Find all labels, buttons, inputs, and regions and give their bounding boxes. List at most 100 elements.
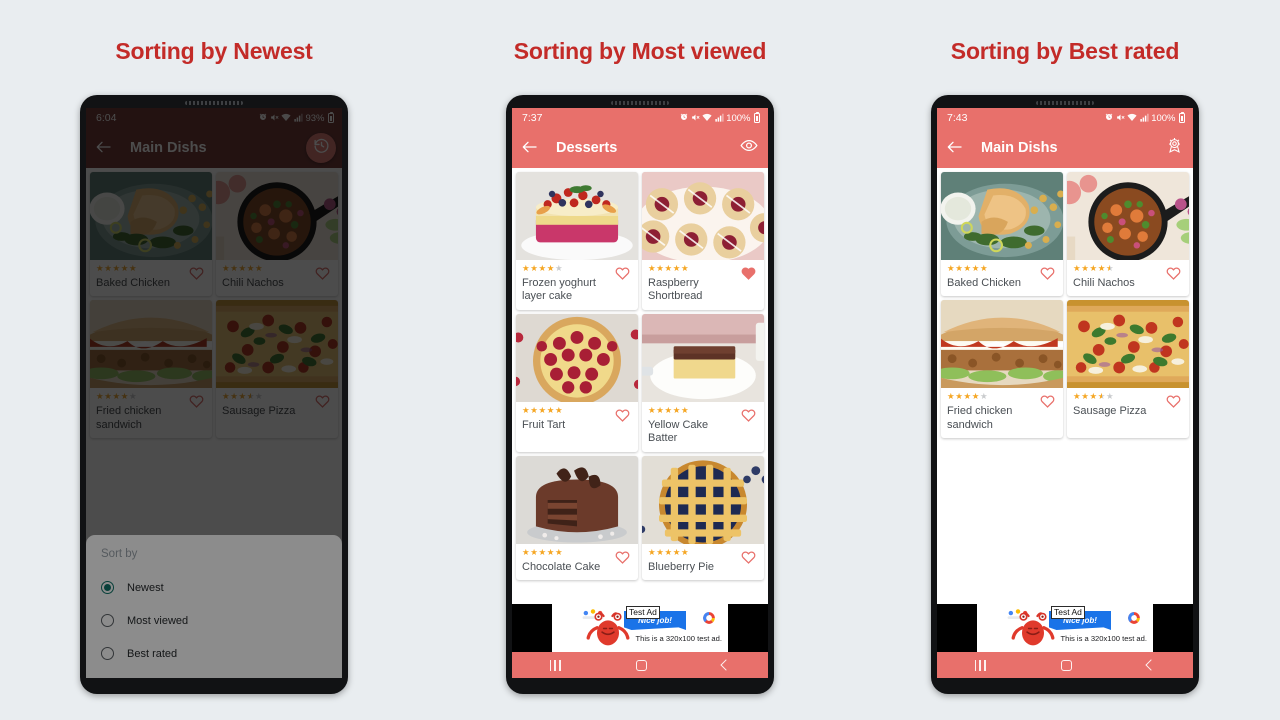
ad-banner-content[interactable]: Nice job! Test Ad This is a 320x100 test… [977, 604, 1153, 652]
star-full: ★ [546, 546, 555, 557]
raspberry-shortbread-photo [642, 172, 764, 260]
recipe-list[interactable]: ★★★★★ Frozen yoghurt layer cake ★★★★★ Ra… [512, 168, 768, 604]
recipe-name: Frozen yoghurt layer cake [522, 277, 596, 303]
sort-by-bottom-sheet: Sort by Newest Most viewed Best rated [86, 535, 342, 678]
recipe-card[interactable]: ★★★★★ Fried chicken sandwich [941, 300, 1063, 439]
star-full: ★ [672, 546, 681, 557]
sort-option-newest[interactable]: Newest [101, 571, 327, 604]
recipe-list[interactable]: ★★★★★ Baked Chicken ★★★★★ Chili Nachos ★… [937, 168, 1193, 604]
alarm-icon [1105, 113, 1113, 123]
status-bar-time: 7:37 [522, 112, 543, 124]
phone-device: 7:37 100% Desserts ★★★★★ Frozen yoghurt … [506, 95, 774, 694]
signal-icon [1140, 113, 1149, 124]
phone-screen: 7:37 100% Desserts ★★★★★ Frozen yoghurt … [512, 108, 768, 678]
recipe-card[interactable]: ★★★★★ Raspberry Shortbread [642, 172, 764, 310]
recents-icon[interactable] [974, 659, 986, 671]
radio-button[interactable] [101, 614, 114, 627]
star-full: ★ [672, 263, 681, 273]
favorite-heart-icon[interactable] [1163, 392, 1183, 409]
medal-button[interactable] [1166, 137, 1183, 159]
recipe-card-text: ★★★★★ Frozen yoghurt layer cake [522, 263, 608, 304]
recipe-card[interactable]: ★★★★★ Frozen yoghurt layer cake [516, 172, 638, 310]
chocolate-cake-photo [516, 455, 638, 544]
star-full: ★ [680, 404, 690, 415]
eye-button[interactable] [740, 137, 758, 160]
favorite-heart-icon[interactable] [738, 406, 758, 422]
battery-percent: 100% [1151, 112, 1176, 124]
rating-stars: ★★★★★ [1073, 263, 1159, 275]
home-icon[interactable] [635, 659, 647, 671]
phone-speaker [1036, 101, 1094, 105]
recipe-card[interactable]: ★★★★★ Blueberry Pie [642, 455, 764, 581]
recipe-card-text: ★★★★★ Raspberry Shortbread [648, 263, 734, 304]
recipe-card[interactable]: ★★★★★ Baked Chicken [941, 172, 1063, 297]
star-full: ★ [554, 546, 564, 557]
favorite-heart-icon[interactable] [612, 406, 632, 422]
alarm-icon [680, 113, 688, 123]
star-full: ★ [971, 391, 980, 402]
star-full: ★ [680, 263, 690, 273]
recipe-card[interactable]: ★★★★★ Yellow Cake Batter [642, 313, 764, 452]
recipe-card-meta: ★★★★★ Fried chicken sandwich [941, 388, 1063, 438]
ad-banner[interactable]: Nice job! Test Ad This is a 320x100 test… [512, 604, 768, 652]
favorite-heart-icon[interactable] [612, 548, 632, 564]
rating-stars: ★★★★★ [522, 546, 608, 559]
recipe-card-text: ★★★★★ Chili Nachos [1073, 263, 1159, 290]
favorite-heart-icon[interactable] [612, 264, 632, 280]
ad-banner-content[interactable]: Nice job! Test Ad This is a 320x100 test… [552, 604, 728, 652]
phone-screen: 7:43 100% Main Dishs ★★★★★ Baked Chicken… [937, 108, 1193, 678]
fruit-tart-photo [516, 313, 638, 402]
star-full: ★ [522, 546, 531, 557]
favorite-heart-icon[interactable] [1037, 392, 1057, 409]
radio-button[interactable] [101, 581, 114, 594]
recipe-name: Fried chicken sandwich [947, 405, 1013, 431]
recipe-card[interactable]: ★★★★★ Fruit Tart [516, 313, 638, 452]
recipe-card-meta: ★★★★★ Fruit Tart [516, 402, 638, 438]
ad-description: This is a 320x100 test ad. [1060, 634, 1147, 643]
ad-banner[interactable]: Nice job! Test Ad This is a 320x100 test… [937, 604, 1193, 652]
recipe-card[interactable]: ★★★★★ Chili Nachos [1067, 172, 1189, 297]
recipe-name: Sausage Pizza [1073, 405, 1147, 418]
medal-icon [1166, 137, 1183, 159]
phone-panel-1: Sorting by Newest 6:04 93% Main Dishs ★★… [49, 0, 379, 720]
rating-stars: ★★★★★ [947, 263, 1033, 275]
radio-button[interactable] [101, 647, 114, 660]
blueberry-pie-photo [642, 455, 764, 544]
arrow-left-icon[interactable] [522, 140, 542, 157]
recipe-card-meta: ★★★★★ Yellow Cake Batter [642, 402, 764, 452]
status-bar-icons: 100% [1105, 111, 1185, 124]
mute-icon [1116, 113, 1125, 124]
home-icon[interactable] [1060, 659, 1072, 671]
sort-by-title: Sort by [101, 548, 138, 560]
star-full: ★ [947, 391, 956, 402]
favorite-heart-icon[interactable] [1037, 264, 1057, 280]
recipe-card-text: ★★★★★ Blueberry Pie [648, 546, 734, 574]
recipe-grid: ★★★★★ Frozen yoghurt layer cake ★★★★★ Ra… [512, 168, 768, 584]
panel-caption: Sorting by Newest [115, 38, 313, 64]
admob-logo-icon [702, 611, 716, 625]
star-full: ★ [680, 546, 690, 557]
sort-option-best-rated[interactable]: Best rated [101, 637, 327, 670]
star-full: ★ [546, 404, 555, 415]
rating-stars: ★★★★★ [522, 404, 608, 417]
phone-panel-3: Sorting by Best rated 7:43 100% Main Dis… [900, 0, 1230, 720]
back-icon[interactable] [1145, 659, 1157, 671]
recents-icon[interactable] [549, 659, 561, 671]
admob-logo-icon [1127, 611, 1141, 625]
back-icon[interactable] [720, 659, 732, 671]
recipe-name: Blueberry Pie [648, 560, 715, 573]
battery-icon [754, 111, 760, 123]
sort-option-label: Most viewed [127, 614, 189, 627]
sort-option-most-viewed[interactable]: Most viewed [101, 604, 327, 637]
favorite-heart-icon[interactable] [738, 264, 758, 280]
star-full: ★ [522, 404, 531, 415]
arrow-left-icon[interactable] [947, 140, 967, 157]
recipe-card[interactable]: ★★★★★ Chocolate Cake [516, 455, 638, 581]
rating-stars: ★★★★★ [1073, 392, 1159, 403]
favorite-heart-icon[interactable] [738, 548, 758, 564]
star-full: ★ [971, 263, 980, 273]
recipe-card[interactable]: ★★★★★ Sausage Pizza [1067, 300, 1189, 439]
wifi-icon [702, 113, 712, 124]
fried-chicken-sandwich-photo [941, 300, 1063, 389]
favorite-heart-icon[interactable] [1163, 264, 1183, 280]
